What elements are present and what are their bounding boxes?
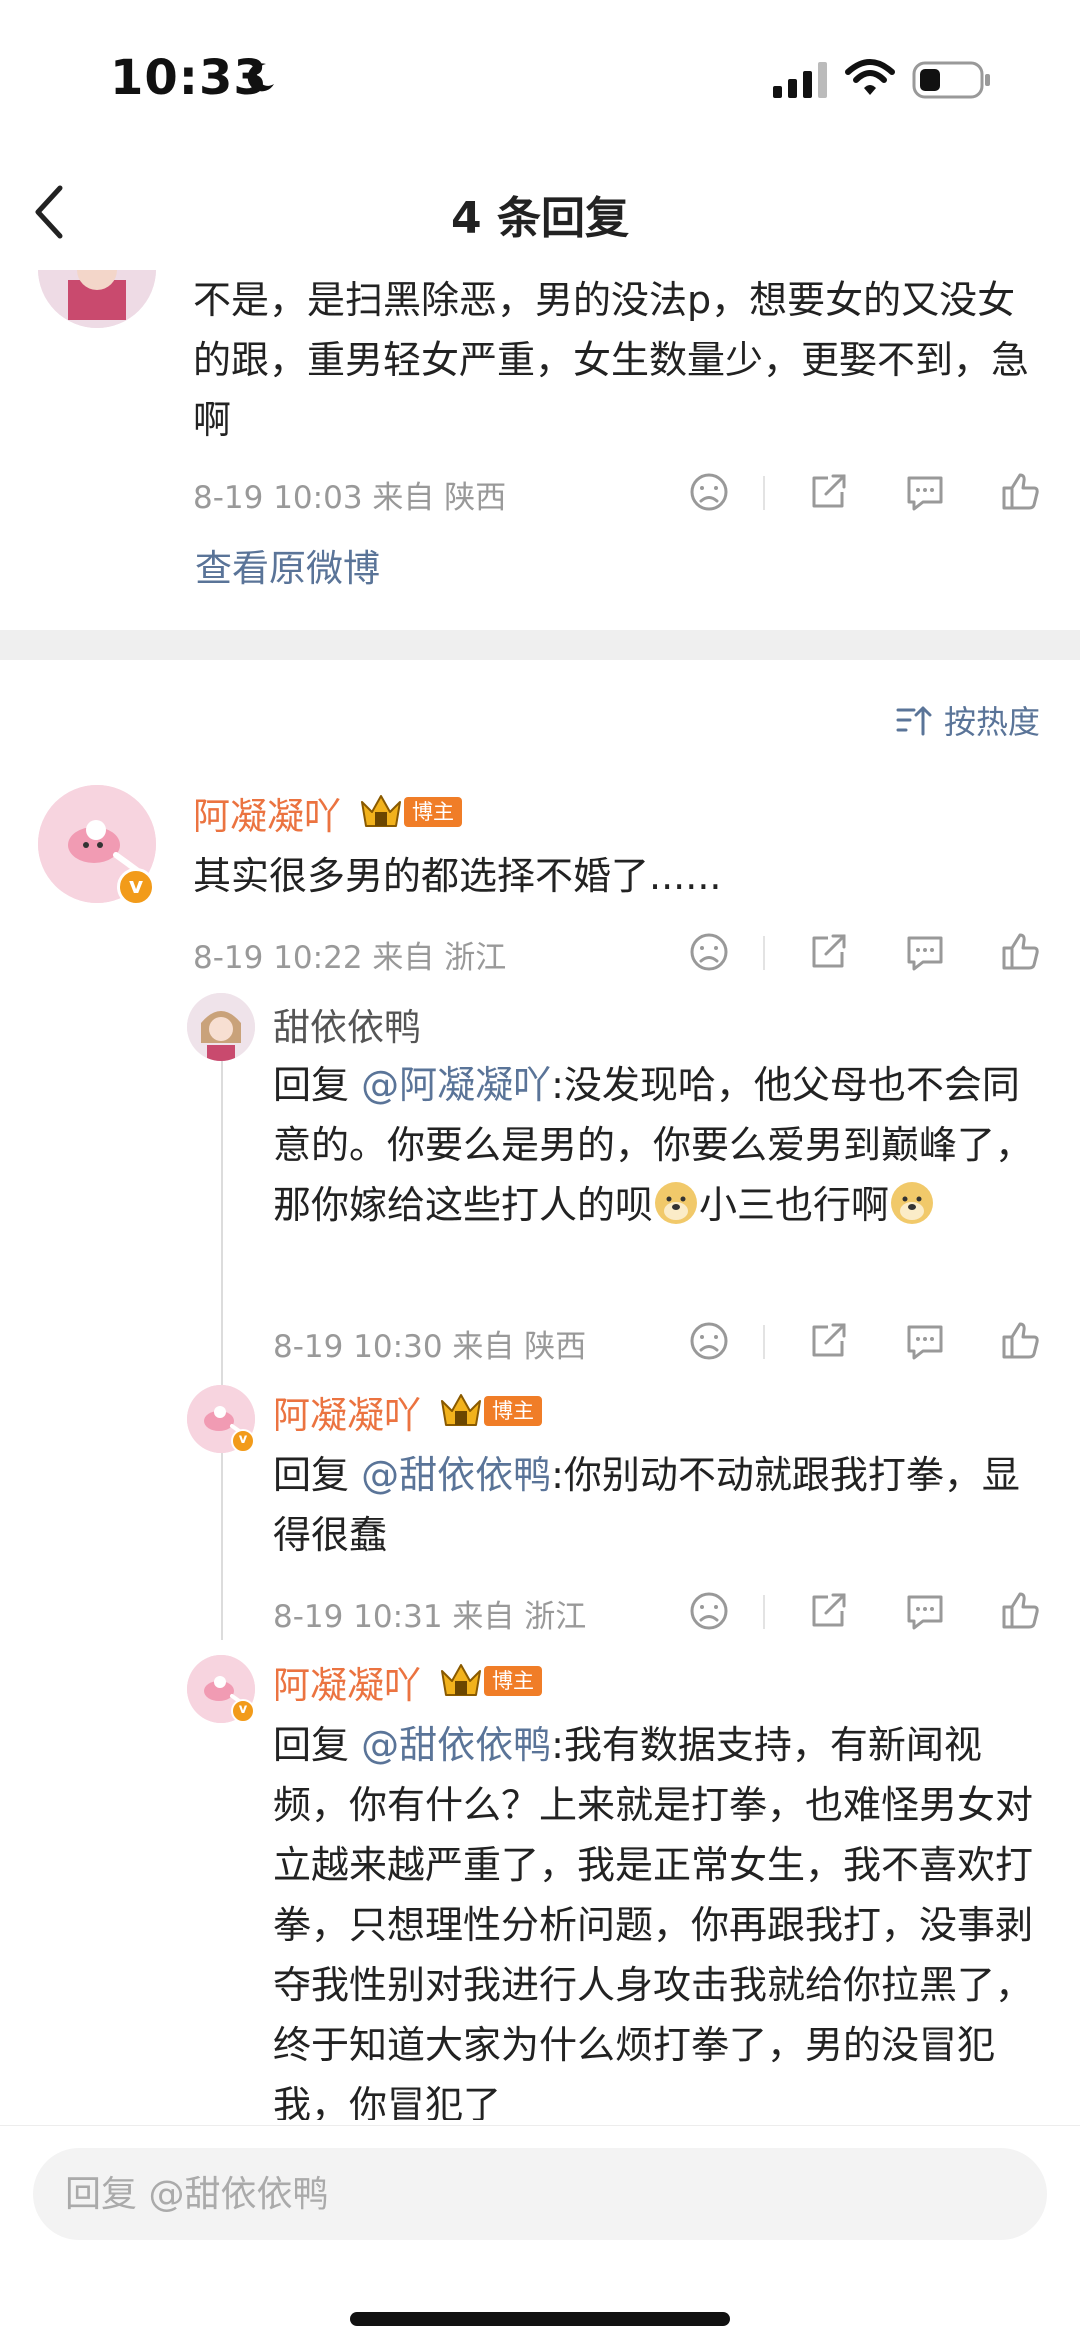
username[interactable]: 甜依依鸭 [273,997,421,1051]
section-divider [0,630,1080,660]
comment-meta-row: 8-19 10:30 来自 陕西 [273,1315,1048,1365]
comment-meta: 8-19 10:22 来自 浙江 [193,940,507,976]
verified-badge: v [117,868,155,906]
comment-meta-row: 8-19 10:22 来自 浙江 [193,926,1048,976]
action-divider [763,936,765,970]
username[interactable]: 阿凝凝吖 [273,1385,421,1439]
comment-text: 其实很多男的都选择不婚了...... [193,854,722,898]
action-divider [763,476,765,510]
wifi-icon [845,59,895,95]
doge-emoji-icon [655,1182,698,1224]
action-divider [763,1595,765,1629]
share-icon[interactable] [806,930,850,974]
status-bar: 10:33 [0,0,1080,150]
comment-icon[interactable] [903,1319,947,1363]
action-divider [763,1325,765,1359]
comment-text: 回复 @甜依依鸭:你别动不动就跟我打拳，显得很蠢 [273,1445,1043,1565]
like-icon[interactable] [998,470,1042,514]
doge-emoji-icon [891,1182,934,1224]
reply-prefix: 回复 [273,1063,362,1107]
username[interactable]: 阿凝凝吖 [193,786,341,840]
reply-text: :我有数据支持，有新闻视频，你有什么？上来就是打拳，也难怪男女对立越来越严重了，… [273,1723,1034,2120]
reply-bar [0,2125,1080,2341]
reply-text: 小三也行啊 [699,1183,890,1227]
battery-icon [912,61,990,99]
nav-bar: 4 条回复 [0,150,1080,270]
sort-label: 按热度 [943,703,1040,741]
dislike-icon[interactable] [687,930,731,974]
thread-line [221,1030,223,1640]
verified-badge: v [231,1699,255,1723]
moon-icon [247,63,274,92]
comment-meta: 8-19 10:03 来自 陕西 [193,480,507,516]
page-title: 4 条回复 [451,193,629,244]
like-icon[interactable] [998,1589,1042,1633]
comment-text: 回复 @甜依依鸭:我有数据支持，有新闻视频，你有什么？上来就是打拳，也难怪男女对… [273,1715,1043,2120]
blogger-badge: 博主 [404,797,462,827]
avatar[interactable] [38,270,156,328]
dislike-icon[interactable] [687,1589,731,1633]
comment-text: 不是，是扫黑除恶，男的没法p，想要女的又没女的跟，重男轻女严重，女生数量少，更娶… [193,278,1030,442]
like-icon[interactable] [998,930,1042,974]
crown-icon [441,1394,481,1426]
blogger-badge: 博主 [484,1666,542,1696]
verified-badge: v [231,1429,255,1453]
blogger-badge: 博主 [484,1396,542,1426]
like-icon[interactable] [998,1319,1042,1363]
original-comment: 不是，是扫黑除恶，男的没法p，想要女的又没女的跟，重男轻女严重，女生数量少，更娶… [0,270,1080,630]
comment-meta-row: 8-19 10:03 来自 陕西 [193,466,1048,516]
mention-link[interactable]: @甜依依鸭 [361,1723,551,1767]
comment-meta-row: 8-19 10:31 来自 浙江 [273,1585,1048,1635]
share-icon[interactable] [806,1319,850,1363]
dislike-icon[interactable] [687,470,731,514]
comment-meta: 8-19 10:31 来自 浙江 [273,1599,587,1635]
comment-meta: 8-19 10:30 来自 陕西 [273,1329,587,1365]
comment-text: 回复 @阿凝凝吖:没发现哈，他父母也不会同意的。你要么是男的，你要么爱男到巅峰了… [273,1055,1043,1235]
comment-icon[interactable] [903,1589,947,1633]
mention-link[interactable]: @甜依依鸭 [361,1453,551,1497]
crown-icon [441,1664,481,1696]
mention-link[interactable]: @阿凝凝吖 [361,1063,551,1107]
cellular-signal-icon [773,62,827,98]
reply-prefix: 回复 [273,1723,362,1767]
comment-icon[interactable] [903,930,947,974]
avatar[interactable] [187,993,255,1061]
username[interactable]: 阿凝凝吖 [273,1655,421,1709]
share-icon[interactable] [806,470,850,514]
sort-icon [896,706,932,736]
comment-icon[interactable] [903,470,947,514]
sort-button[interactable]: 按热度 [896,698,1040,742]
share-icon[interactable] [806,1589,850,1633]
reply-prefix: 回复 [273,1453,362,1497]
crown-icon [361,795,401,827]
reply-input[interactable] [33,2148,1047,2240]
view-original-link[interactable]: 查看原微博 [195,538,380,592]
dislike-icon[interactable] [687,1319,731,1363]
home-indicator [350,2312,730,2326]
